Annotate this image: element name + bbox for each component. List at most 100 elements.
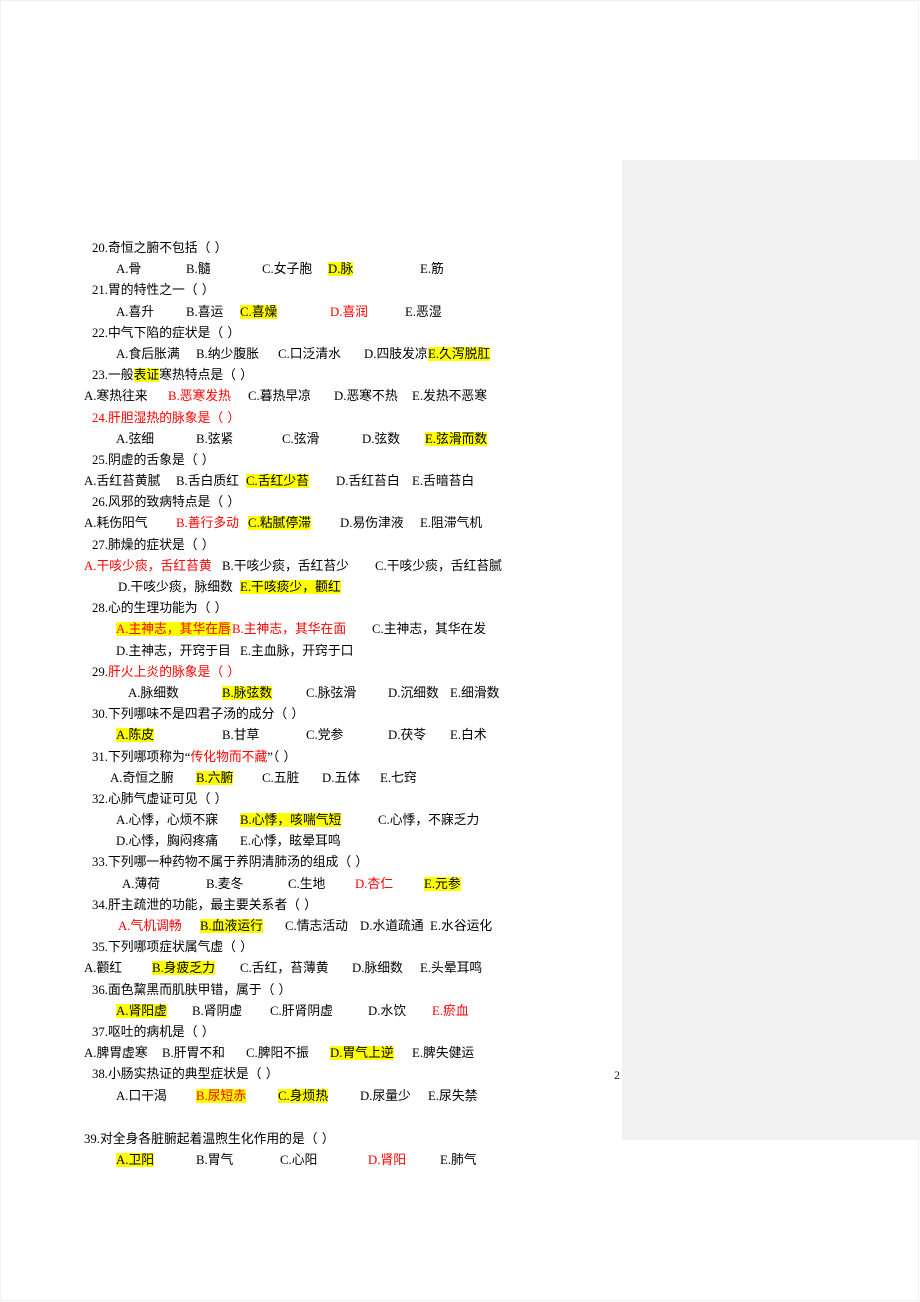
option-d[interactable]: D.茯苓 [388, 725, 426, 746]
option-a[interactable]: A.陈皮 [116, 725, 155, 746]
option-e[interactable]: E.水谷运化 [430, 916, 492, 937]
option-e[interactable]: E.心悸，眩晕耳鸣 [240, 831, 341, 852]
answer-blank[interactable]: （ ） [274, 707, 304, 721]
option-b[interactable]: B.善行多动 [176, 513, 239, 534]
option-a[interactable]: A.耗伤阳气 [84, 513, 148, 534]
option-b[interactable]: B.干咳少痰，舌红苔少 [222, 556, 349, 577]
answer-blank[interactable]: （ ） [198, 792, 228, 806]
answer-blank[interactable]: （ ） [210, 326, 240, 340]
option-d[interactable]: D.杏仁 [355, 874, 393, 895]
option-b[interactable]: B.六腑 [196, 768, 234, 789]
option-e[interactable]: E.弦滑而数 [425, 429, 488, 450]
option-c[interactable]: C.暮热早凉 [248, 386, 311, 407]
option-b[interactable]: B.喜运 [186, 302, 223, 323]
option-a[interactable]: A.脉细数 [128, 683, 179, 704]
option-a[interactable]: A.干咳少痰，舌红苔黄 [84, 556, 212, 577]
option-b[interactable]: B.主神志，其华在面 [232, 619, 346, 640]
option-a[interactable]: A.气机调畅 [118, 916, 182, 937]
option-a[interactable]: A.主神志，其华在唇 [116, 619, 231, 640]
option-e[interactable]: E.舌暗苔白 [412, 471, 474, 492]
option-c[interactable]: C.身烦热 [278, 1086, 329, 1107]
option-d[interactable]: D.五体 [322, 768, 360, 789]
option-c[interactable]: C.脉弦滑 [306, 683, 356, 704]
option-d[interactable]: D.脉 [328, 259, 354, 280]
option-e[interactable]: E.肺气 [440, 1150, 477, 1171]
option-a[interactable]: A.食后胀满 [116, 344, 180, 365]
option-b[interactable]: B.心悸，咳喘气短 [240, 810, 342, 831]
option-a[interactable]: A.口干渴 [116, 1086, 167, 1107]
option-d[interactable]: D.胃气上逆 [330, 1043, 394, 1064]
option-b[interactable]: B.纳少腹胀 [196, 344, 259, 365]
option-e[interactable]: E.阻滞气机 [420, 513, 482, 534]
option-a[interactable]: A.卫阳 [116, 1150, 155, 1171]
option-e[interactable]: E.细滑数 [450, 683, 499, 704]
option-d[interactable]: D.心悸，胸闷疼痛 [116, 831, 218, 852]
option-b[interactable]: B.尿短赤 [196, 1086, 247, 1107]
option-c[interactable]: C.党参 [306, 725, 343, 746]
option-d[interactable]: D.舌红苔白 [336, 471, 400, 492]
option-e[interactable]: E.干咳痰少，颧红 [240, 577, 341, 598]
option-e[interactable]: E.恶湿 [405, 302, 442, 323]
option-e[interactable]: E.尿失禁 [428, 1086, 477, 1107]
option-b[interactable]: B.脉弦数 [222, 683, 273, 704]
option-d[interactable]: D.四肢发凉 [364, 344, 428, 365]
option-b[interactable]: B.肾阴虚 [192, 1001, 242, 1022]
option-d[interactable]: D.主神志，开窍于目 [116, 641, 231, 662]
option-c[interactable]: C.情志活动 [285, 916, 348, 937]
option-b[interactable]: B.身疲乏力 [152, 958, 215, 979]
option-b[interactable]: B.血液运行 [200, 916, 263, 937]
option-c[interactable]: C.舌红，苔薄黄 [240, 958, 329, 979]
option-d[interactable]: D.喜润 [330, 302, 368, 323]
option-d[interactable]: D.脉细数 [352, 958, 403, 979]
answer-blank[interactable]: （ ） [210, 665, 240, 679]
option-c[interactable]: C.女子胞 [262, 259, 312, 280]
option-d[interactable]: D.沉细数 [388, 683, 439, 704]
option-e[interactable]: E.头晕耳鸣 [420, 958, 482, 979]
option-d[interactable]: D.干咳少痰，脉细数 [118, 577, 233, 598]
option-e[interactable]: E.元参 [424, 874, 461, 895]
option-c[interactable]: C.心悸，不寐乏力 [378, 810, 479, 831]
option-c[interactable]: C.生地 [288, 874, 325, 895]
option-e[interactable]: E.主血脉，开窍于口 [240, 641, 353, 662]
option-b[interactable]: B.麦冬 [206, 874, 243, 895]
answer-blank[interactable]: （ ） [198, 241, 228, 255]
option-d[interactable]: D.水道疏通 [360, 916, 424, 937]
answer-blank[interactable]: （ ） [210, 495, 240, 509]
option-b[interactable]: B.肝胃不和 [162, 1043, 225, 1064]
answer-blank[interactable]: （ ） [305, 1132, 335, 1146]
option-d[interactable]: D.水饮 [368, 1001, 406, 1022]
option-d[interactable]: D.易伤津液 [340, 513, 404, 534]
option-c[interactable]: C.粘腻停滞 [248, 513, 311, 534]
answer-blank[interactable]: （ ） [210, 411, 240, 425]
option-e[interactable]: E.白术 [450, 725, 487, 746]
answer-blank[interactable]: （ ） [249, 1067, 279, 1081]
option-c[interactable]: C.心阳 [280, 1150, 317, 1171]
option-b[interactable]: B.胃气 [196, 1150, 233, 1171]
answer-blank[interactable]: （ ） [338, 855, 368, 869]
option-d[interactable]: D.尿量少 [360, 1086, 411, 1107]
option-c[interactable]: C.干咳少痰，舌红苔腻 [375, 556, 502, 577]
option-c[interactable]: C.五脏 [262, 768, 299, 789]
option-a[interactable]: A.骨 [116, 259, 141, 280]
option-a[interactable]: A.肾阳虚 [116, 1001, 167, 1022]
answer-blank[interactable]: （ ） [262, 983, 292, 997]
option-c[interactable]: C.弦滑 [282, 429, 319, 450]
option-a[interactable]: A.舌红苔黄腻 [84, 471, 160, 492]
option-d[interactable]: D.恶寒不热 [334, 386, 398, 407]
option-a[interactable]: A.脾胃虚寒 [84, 1043, 148, 1064]
answer-blank[interactable]: （ ） [223, 940, 253, 954]
option-a[interactable]: A.寒热往来 [84, 386, 148, 407]
option-b[interactable]: B.甘草 [222, 725, 259, 746]
option-b[interactable]: B.恶寒发热 [168, 386, 231, 407]
answer-blank[interactable]: （ ） [185, 453, 215, 467]
option-d[interactable]: D.肾阳 [368, 1150, 406, 1171]
answer-blank[interactable]: （ ） [185, 1025, 215, 1039]
option-d[interactable]: D.弦数 [362, 429, 400, 450]
option-a[interactable]: A.奇恒之腑 [110, 768, 174, 789]
option-c[interactable]: C.喜燥 [240, 302, 278, 323]
option-e[interactable]: E.久泻脱肛 [428, 344, 491, 365]
option-b[interactable]: B.弦紧 [196, 429, 233, 450]
option-a[interactable]: A.薄荷 [122, 874, 160, 895]
option-b[interactable]: B.髓 [186, 259, 211, 280]
option-c[interactable]: C.口泛清水 [278, 344, 341, 365]
